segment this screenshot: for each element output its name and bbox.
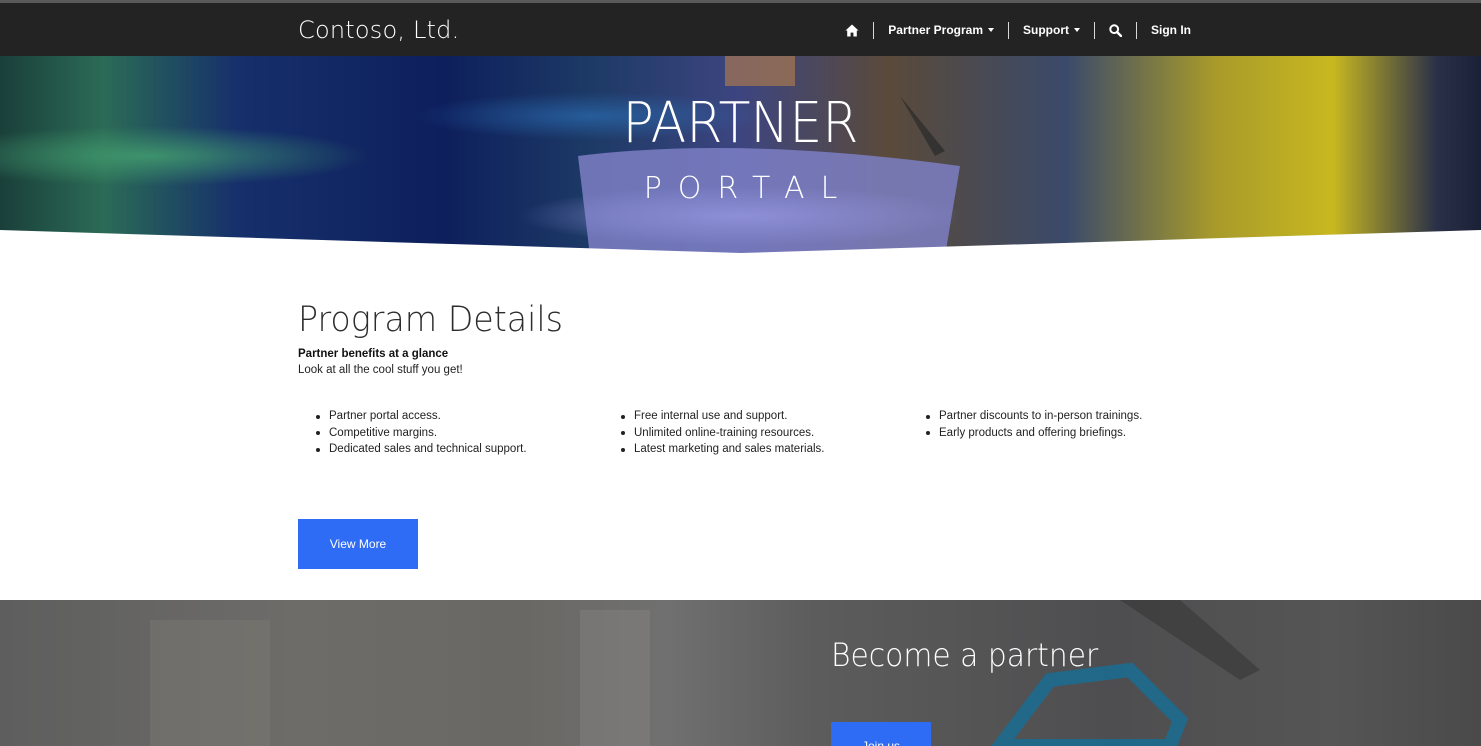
program-details-description: Look at all the cool stuff you get!	[298, 364, 463, 376]
benefit-item: Competitive margins.	[316, 425, 603, 442]
hero-title: PARTNER	[622, 91, 859, 156]
benefits-column: Free internal use and support. Unlimited…	[603, 408, 908, 458]
nav-partner-program-label: Partner Program	[888, 23, 983, 37]
benefit-item: Latest marketing and sales materials.	[621, 441, 908, 458]
benefit-item: Free internal use and support.	[621, 408, 908, 425]
program-details-title: Program Details	[298, 300, 563, 340]
become-partner-section: Become a partner Join us	[0, 600, 1481, 746]
benefit-item: Partner discounts to in-person trainings…	[926, 408, 1213, 425]
hero-banner: PARTNER PORTAL	[0, 56, 1481, 256]
hero-bottom-shape	[0, 230, 1481, 256]
top-navbar: Contoso, Ltd. Partner Program Support Si…	[0, 3, 1481, 56]
nav-support-label: Support	[1023, 23, 1069, 37]
benefit-item: Dedicated sales and technical support.	[316, 441, 603, 458]
benefit-item: Partner portal access.	[316, 408, 603, 425]
benefits-list: Partner portal access. Competitive margi…	[298, 408, 1213, 458]
partner-background-image	[0, 600, 1481, 746]
hero-subtitle: PORTAL	[643, 171, 854, 206]
main-nav: Partner Program Support Sign In	[831, 19, 1191, 41]
caret-down-icon	[1074, 28, 1080, 32]
join-us-button[interactable]: Join us	[831, 722, 931, 746]
view-more-button[interactable]: View More	[298, 519, 418, 569]
caret-down-icon	[988, 28, 994, 32]
brand-logo[interactable]: Contoso, Ltd.	[298, 16, 459, 44]
search-icon[interactable]	[1095, 23, 1136, 37]
program-details-subtitle: Partner benefits at a glance	[298, 348, 449, 360]
benefits-column: Partner discounts to in-person trainings…	[908, 408, 1213, 458]
sign-in-link[interactable]: Sign In	[1137, 23, 1191, 37]
nav-partner-program[interactable]: Partner Program	[874, 23, 1008, 37]
nav-support[interactable]: Support	[1009, 23, 1094, 37]
benefit-item: Unlimited online-training resources.	[621, 425, 908, 442]
benefits-column: Partner portal access. Competitive margi…	[298, 408, 603, 458]
benefit-item: Early products and offering briefings.	[926, 425, 1213, 442]
home-icon[interactable]	[831, 24, 873, 37]
become-partner-title: Become a partner	[831, 636, 1099, 674]
